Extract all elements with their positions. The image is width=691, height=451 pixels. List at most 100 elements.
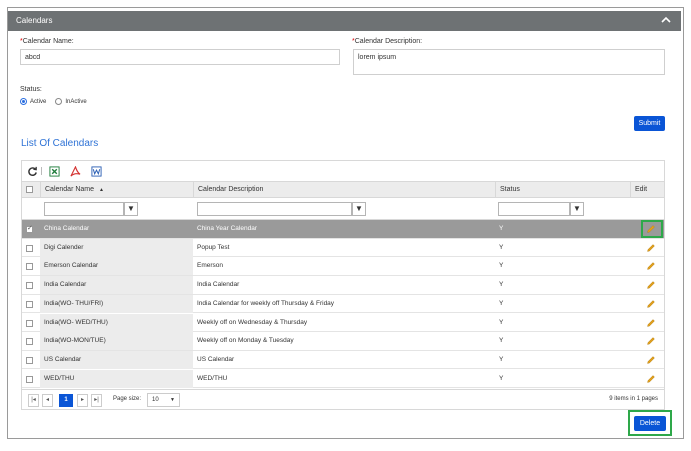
name-filter-input[interactable]: [44, 202, 124, 216]
row-checkbox[interactable]: [26, 282, 33, 290]
edit-pencil-icon[interactable]: [646, 374, 656, 384]
toolbar-separator: [41, 167, 42, 175]
select-all-checkbox[interactable]: [26, 186, 33, 193]
edit-pencil-icon[interactable]: [646, 261, 656, 271]
row-checkbox[interactable]: [26, 356, 33, 364]
cell-calendar-description: China Year Calendar: [197, 225, 257, 232]
next-page-button[interactable]: ▸: [77, 394, 88, 407]
cell-calendar-description: India Calendar for weekly off Thursday &…: [197, 299, 335, 307]
row-checkbox[interactable]: [26, 224, 33, 233]
cell-calendar-description: Emerson: [197, 262, 224, 270]
cell-calendar-name: India(WO- THU/FRI): [40, 294, 193, 313]
table-row[interactable]: China Calendar China Year Calendar Y: [22, 220, 664, 239]
calendar-name-input[interactable]: [20, 49, 340, 65]
edit-pencil-icon[interactable]: [646, 336, 656, 346]
table-row[interactable]: India Calendar India Calendar Y: [22, 276, 664, 295]
column-header-name[interactable]: Calendar Name ▲: [40, 182, 193, 198]
cell-calendar-name: US Calendar: [40, 350, 193, 369]
chevron-up-icon[interactable]: [659, 13, 673, 27]
edit-pencil-icon[interactable]: [646, 318, 656, 328]
status-active-radio[interactable]: [20, 98, 27, 105]
prev-page-button[interactable]: ◂: [42, 394, 53, 407]
panel-header: Calendars: [8, 11, 681, 31]
table-row[interactable]: Digi Calender Popup Test Y: [22, 238, 664, 258]
row-checkbox[interactable]: [26, 263, 33, 271]
row-checkbox[interactable]: [26, 319, 33, 327]
cell-calendar-name: Emerson Calendar: [40, 257, 193, 276]
grid-filter-row: ▼ ▼ ▼: [22, 198, 664, 220]
cell-calendar-description: US Calendar: [197, 355, 235, 363]
page-size-select[interactable]: 10 ▼: [147, 393, 180, 407]
column-header-status[interactable]: Status: [495, 182, 630, 198]
status-label: Status:: [20, 86, 42, 93]
calendar-description-input[interactable]: [353, 49, 665, 75]
chevron-down-icon: ▼: [170, 397, 175, 403]
row-checkbox[interactable]: [26, 300, 33, 308]
description-filter-button[interactable]: ▼: [352, 202, 366, 216]
cell-status: Y: [499, 299, 504, 307]
cell-calendar-description: Popup Test: [197, 243, 230, 251]
name-filter-button[interactable]: ▼: [124, 202, 138, 216]
cell-calendar-name: Digi Calender: [40, 238, 193, 257]
status-inactive-label: InActive: [65, 98, 87, 105]
calendar-name-label: *Calendar Name:: [20, 38, 74, 45]
cell-calendar-name: China Calendar: [40, 220, 193, 238]
pager-summary: 9 items in 1 pages: [609, 396, 658, 402]
description-filter-input[interactable]: [197, 202, 352, 216]
table-row[interactable]: US Calendar US Calendar Y: [22, 350, 664, 370]
excel-export-icon[interactable]: [49, 166, 60, 177]
edit-highlight-box: [641, 220, 663, 238]
edit-pencil-icon[interactable]: [646, 243, 656, 253]
status-filter-input[interactable]: [498, 202, 570, 216]
panel-title: Calendars: [16, 16, 53, 25]
cell-calendar-description: Weekly off on Monday & Tuesday: [197, 337, 294, 345]
cell-calendar-name: India(WO- WED/THU): [40, 313, 193, 332]
column-header-description[interactable]: Calendar Description: [193, 182, 495, 198]
cell-calendar-name: India(WO-MON/TUE): [40, 332, 193, 351]
table-row[interactable]: India(WO-MON/TUE) Weekly off on Monday & …: [22, 332, 664, 351]
cell-status: Y: [499, 318, 504, 326]
page-number-button[interactable]: 1: [59, 394, 73, 407]
calendar-grid: Calendar Name ▲ Calendar Description Sta…: [21, 160, 665, 410]
filter-icon: ▼: [573, 204, 581, 213]
last-page-button[interactable]: ▸|: [91, 394, 102, 407]
grid-toolbar: [22, 161, 664, 181]
grid-pager: |◂ ◂ 1 ▸ ▸| Page size: 10 ▼ 9 items in 1…: [22, 389, 664, 410]
cell-status: Y: [499, 374, 504, 382]
edit-pencil-icon[interactable]: [646, 280, 656, 290]
row-checkbox[interactable]: [26, 244, 33, 252]
filter-icon: ▼: [355, 204, 363, 213]
filter-icon: ▼: [127, 204, 135, 213]
status-active-label: Active: [30, 98, 47, 105]
edit-pencil-icon[interactable]: [646, 355, 656, 365]
cell-status: Y: [499, 225, 504, 232]
submit-button[interactable]: Submit: [634, 116, 665, 131]
pdf-export-icon[interactable]: [70, 166, 81, 177]
edit-pencil-icon[interactable]: [646, 299, 656, 309]
table-row[interactable]: India(WO- THU/FRI) India Calendar for wee…: [22, 294, 664, 314]
cell-calendar-description: India Calendar: [197, 281, 240, 289]
cell-calendar-name: India Calendar: [40, 276, 193, 295]
status-radio-group: Active InActive: [20, 98, 87, 105]
cell-status: Y: [499, 262, 504, 270]
page-size-value: 10: [152, 397, 159, 403]
table-row[interactable]: Emerson Calendar Emerson Y: [22, 257, 664, 276]
word-export-icon[interactable]: [91, 166, 102, 177]
grid-header: Calendar Name ▲ Calendar Description Sta…: [22, 181, 664, 198]
refresh-icon[interactable]: [27, 166, 38, 177]
status-inactive-radio[interactable]: [55, 98, 63, 105]
first-page-button[interactable]: |◂: [28, 394, 39, 407]
row-checkbox[interactable]: [26, 338, 33, 346]
table-row[interactable]: WED/THU WED/THU Y: [22, 369, 664, 389]
cell-status: Y: [499, 281, 504, 289]
row-checkbox[interactable]: [26, 375, 33, 383]
cell-calendar-description: Weekly off on Wednesday & Thursday: [197, 318, 308, 326]
cell-status: Y: [499, 355, 504, 363]
page-size-label: Page size:: [113, 396, 142, 402]
table-row[interactable]: India(WO- WED/THU) Weekly off on Wednesda…: [22, 313, 664, 332]
status-filter-button[interactable]: ▼: [570, 202, 584, 216]
column-header-edit: Edit: [630, 182, 666, 198]
list-title: List Of Calendars: [21, 138, 99, 149]
calendar-description-label: *Calendar Description:: [352, 38, 423, 45]
cell-status: Y: [499, 243, 504, 251]
